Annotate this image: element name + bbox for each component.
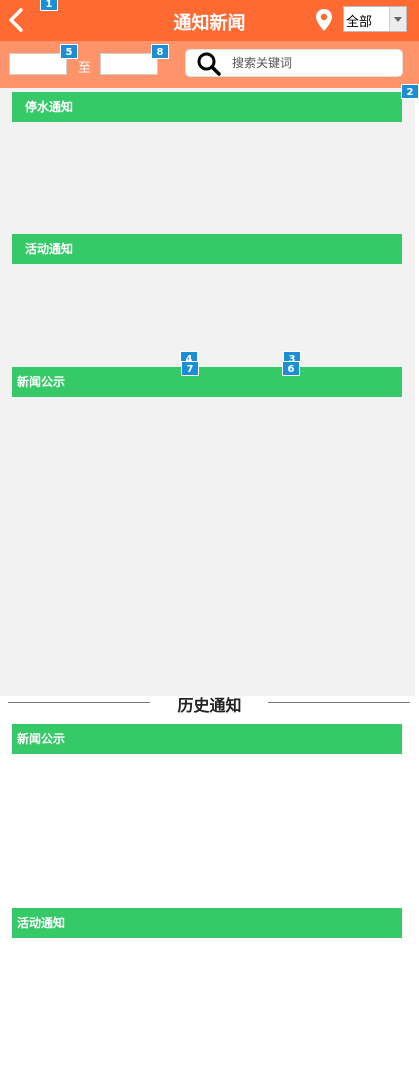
app-header: 通知新闻 全部 (0, 0, 419, 41)
search-box[interactable] (185, 49, 403, 77)
end-date-input[interactable] (100, 53, 158, 75)
history-section-news[interactable]: 新闻公示 (12, 724, 402, 754)
badge-marker: 1 (40, 0, 58, 11)
section-news[interactable]: 新闻公示 (12, 367, 402, 397)
history-title: 历史通知 (177, 696, 242, 715)
region-select[interactable]: 全部 (343, 6, 407, 32)
badge-marker: 6 (282, 361, 300, 376)
history-section-activity[interactable]: 活动通知 (12, 908, 402, 938)
start-date-input[interactable] (9, 53, 67, 75)
divider-right (268, 702, 410, 703)
region-select-value: 全部 (346, 15, 373, 30)
badge-marker: 5 (60, 44, 78, 59)
chevron-down-icon (389, 7, 406, 31)
badge-marker: 8 (151, 44, 169, 59)
date-range-separator: 至 (78, 61, 92, 76)
badge-marker: 2 (401, 84, 419, 99)
location-pin-icon[interactable] (314, 8, 334, 32)
section-activity[interactable]: 活动通知 (12, 234, 402, 264)
search-icon[interactable] (196, 51, 222, 77)
search-input[interactable] (232, 54, 392, 72)
badge-marker: 7 (181, 361, 199, 376)
section-water-outage[interactable]: 停水通知 (12, 92, 402, 122)
